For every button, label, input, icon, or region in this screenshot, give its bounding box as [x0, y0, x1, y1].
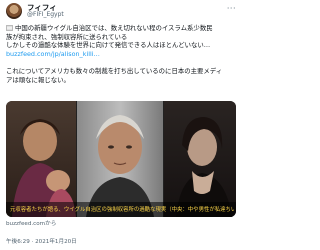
- tweet-header: フィフィ @FIFI_Egypt ···: [0, 0, 242, 22]
- tweet-link[interactable]: buzzfeed.com/jp/alison_killi…: [6, 50, 238, 59]
- more-icon[interactable]: ···: [227, 4, 236, 13]
- tweet-line: これについてアメリカも数々の制裁を打ち出しているのに日本の主要メディ: [6, 66, 223, 75]
- handle[interactable]: @FIFI_Egypt: [27, 11, 64, 18]
- avatar[interactable]: [6, 3, 22, 19]
- tweet-image[interactable]: 元収容者たちが語る、ウイグル自治区の強制収容所の過酷な現実（中央：中や男性が私達…: [6, 101, 236, 217]
- image-caption: 元収容者たちが語る、ウイグル自治区の強制収容所の過酷な現実（中央：中や男性が私達…: [10, 207, 234, 213]
- card-source[interactable]: buzzfeed.comから: [6, 219, 56, 227]
- tweet-line: 中国の新疆ウイグル自治区では、数え切れない程のイスラム系少数民: [6, 24, 238, 33]
- tweet-text: 中国の新疆ウイグル自治区では、数え切れない程のイスラム系少数民 族が拘束され、強…: [6, 24, 238, 84]
- tweet-line: しかしその過酷な体験を世界に向けて発信できる人はほとんどいない…: [6, 41, 211, 50]
- tweet-line: 族が拘束され、強制収容所に送られている: [6, 32, 128, 41]
- egypt-flag-icon: [6, 24, 13, 31]
- tweet-line: アは頑なに報じない。: [6, 75, 70, 84]
- timestamp[interactable]: 午後6:29 · 2021年1月20日: [6, 237, 77, 245]
